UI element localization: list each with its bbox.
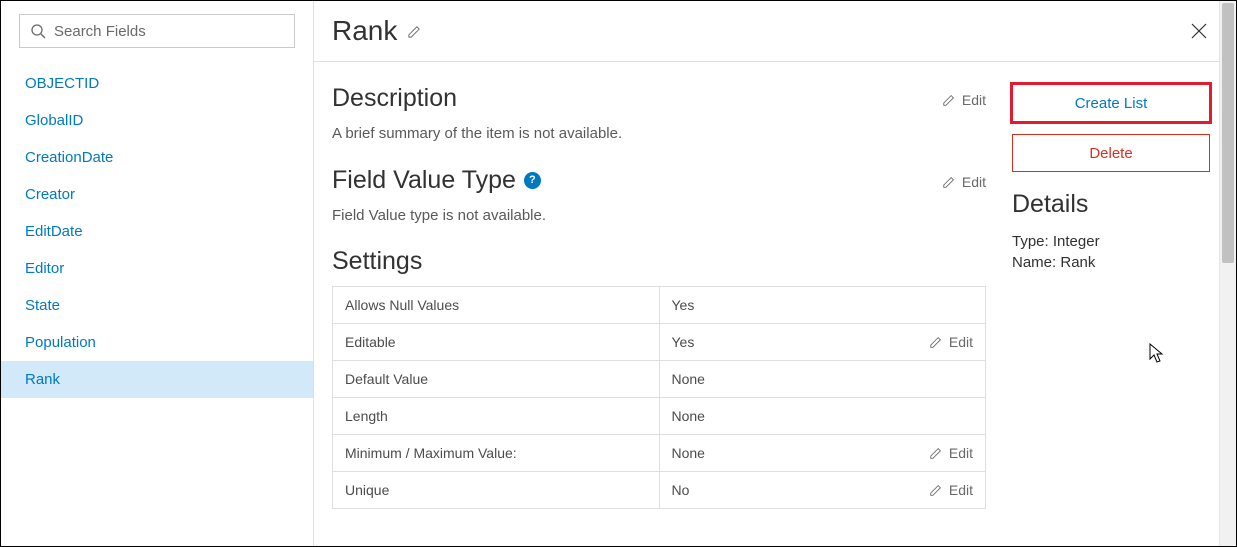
edit-label: Edit [962, 174, 986, 190]
edit-label: Edit [949, 445, 973, 461]
field-item-creationdate[interactable]: CreationDate [1, 139, 313, 176]
field-list: OBJECTID GlobalID CreationDate Creator E… [1, 61, 313, 398]
edit-description-button[interactable]: Edit [942, 84, 986, 108]
close-button[interactable] [1186, 18, 1212, 44]
field-item-editor[interactable]: Editor [1, 250, 313, 287]
fields-sidebar: OBJECTID GlobalID CreationDate Creator E… [1, 1, 314, 546]
delete-button[interactable]: Delete [1012, 134, 1210, 172]
field-item-state[interactable]: State [1, 287, 313, 324]
scrollbar-thumb[interactable] [1222, 3, 1234, 263]
pencil-icon [929, 483, 943, 497]
pencil-icon [929, 446, 943, 460]
edit-setting-button[interactable]: Edit [929, 482, 973, 498]
pencil-icon [942, 175, 956, 189]
settings-row: Unique No Edit [333, 472, 986, 509]
side-column: Create List Delete Details Type: Integer… [1012, 84, 1236, 524]
settings-section: Settings Allows Null ValuesYesEditableYe… [332, 247, 986, 509]
content-column: Description A brief summary of the item … [332, 84, 1012, 524]
app-frame: OBJECTID GlobalID CreationDate Creator E… [0, 0, 1237, 547]
search-box[interactable] [19, 14, 295, 48]
inner-frame: OBJECTID GlobalID CreationDate Creator E… [1, 1, 1236, 546]
settings-label: Unique [333, 472, 660, 509]
settings-value-cell: None Edit [659, 435, 986, 472]
fieldvaluetype-section: Field Value Type ? Field Value type is n… [332, 166, 986, 228]
details-type-value: Integer [1053, 233, 1100, 250]
settings-value: No [672, 482, 690, 498]
edit-fieldvaluetype-button[interactable]: Edit [942, 166, 986, 190]
edit-label: Edit [962, 92, 986, 108]
field-title: Rank [332, 15, 397, 47]
settings-value: Yes [672, 297, 695, 313]
main-body: Description A brief summary of the item … [314, 62, 1236, 546]
field-item-editdate[interactable]: EditDate [1, 213, 313, 250]
settings-label: Default Value [333, 361, 660, 398]
edit-setting-button[interactable]: Edit [929, 445, 973, 461]
settings-value-cell: Yes Edit [659, 324, 986, 361]
main-panel: Rank [314, 1, 1236, 546]
settings-value: None [672, 408, 705, 424]
details-block: Details Type: Integer Name: Rank [1012, 190, 1210, 271]
field-item-population[interactable]: Population [1, 324, 313, 361]
settings-value-cell: None [659, 361, 986, 398]
details-type-label: Type [1012, 233, 1045, 250]
fieldvaluetype-heading-text: Field Value Type [332, 166, 516, 195]
settings-value: None [672, 371, 705, 387]
edit-label: Edit [949, 482, 973, 498]
settings-row: Length None [333, 398, 986, 435]
field-item-creator[interactable]: Creator [1, 176, 313, 213]
rename-button[interactable] [407, 24, 422, 39]
settings-row: Editable Yes Edit [333, 324, 986, 361]
scrollbar-track[interactable] [1219, 1, 1236, 546]
description-body: A brief summary of the item is not avail… [332, 123, 622, 146]
search-input[interactable] [54, 23, 284, 40]
details-name-label: Name [1012, 254, 1052, 271]
settings-row: Allows Null Values Yes [333, 287, 986, 324]
close-icon [1190, 22, 1208, 40]
search-icon [30, 23, 46, 39]
settings-label: Length [333, 398, 660, 435]
settings-value-cell: None [659, 398, 986, 435]
settings-heading: Settings [332, 247, 986, 276]
create-list-button[interactable]: Create List [1012, 84, 1210, 122]
settings-value: None [672, 445, 705, 461]
settings-row: Default Value None [333, 361, 986, 398]
pencil-icon [942, 93, 956, 107]
edit-label: Edit [949, 334, 973, 350]
details-name-value: Rank [1060, 254, 1095, 271]
edit-setting-button[interactable]: Edit [929, 334, 973, 350]
settings-table: Allows Null Values Yes Editable Yes Edit Defa… [332, 286, 986, 509]
details-name-row: Name: Rank [1012, 254, 1210, 271]
settings-value-cell: Yes [659, 287, 986, 324]
settings-row: Minimum / Maximum Value: None Edit [333, 435, 986, 472]
settings-label: Editable [333, 324, 660, 361]
field-item-objectid[interactable]: OBJECTID [1, 65, 313, 102]
search-wrap [1, 1, 313, 61]
details-heading: Details [1012, 190, 1210, 219]
description-section: Description A brief summary of the item … [332, 84, 986, 146]
pencil-icon [929, 335, 943, 349]
settings-value-cell: No Edit [659, 472, 986, 509]
description-heading: Description [332, 84, 622, 113]
main-header: Rank [314, 1, 1236, 62]
field-item-globalid[interactable]: GlobalID [1, 102, 313, 139]
field-item-rank[interactable]: Rank [1, 361, 313, 398]
details-type-row: Type: Integer [1012, 233, 1210, 250]
help-icon[interactable]: ? [524, 172, 541, 189]
settings-label: Allows Null Values [333, 287, 660, 324]
main-title-group: Rank [332, 15, 422, 47]
fieldvaluetype-heading: Field Value Type ? [332, 166, 546, 195]
fieldvaluetype-body: Field Value type is not available. [332, 205, 546, 228]
settings-value: Yes [672, 334, 695, 350]
settings-label: Minimum / Maximum Value: [333, 435, 660, 472]
pencil-icon [407, 24, 422, 39]
